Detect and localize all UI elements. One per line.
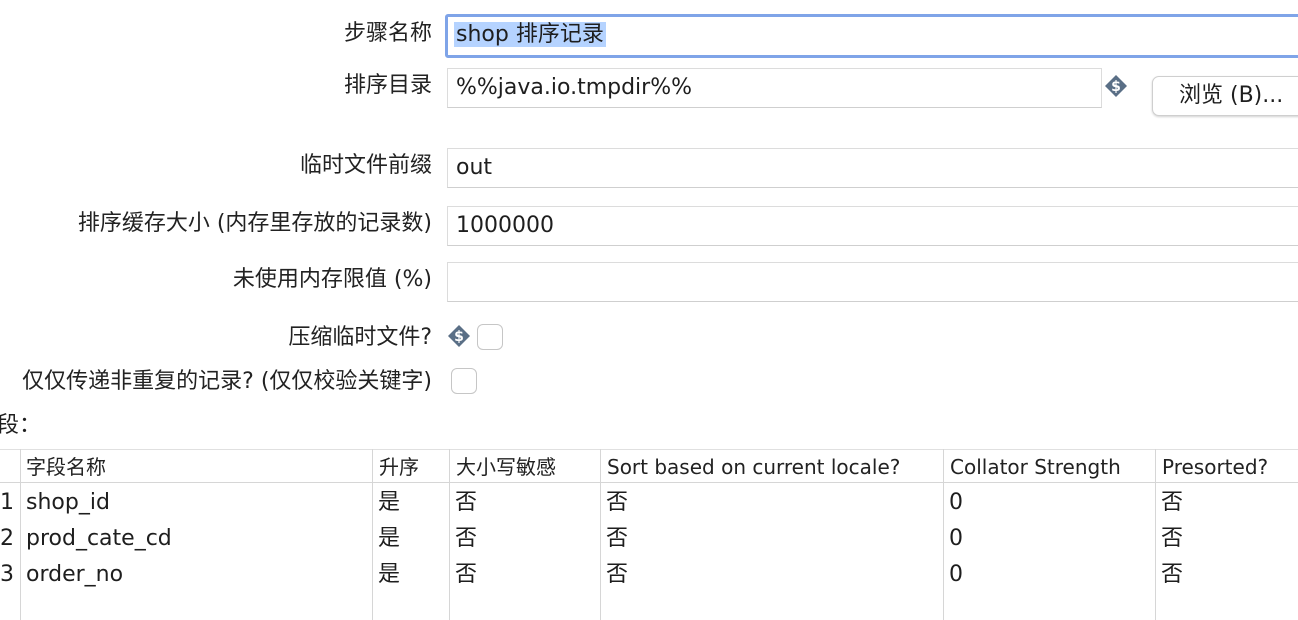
col-header-presorted[interactable]: Presorted? bbox=[1156, 450, 1268, 484]
cell-case-sensitive[interactable]: 否 bbox=[449, 557, 477, 593]
row-number: 1 bbox=[0, 490, 14, 515]
cell-presorted[interactable]: 否 bbox=[1155, 485, 1183, 521]
temp-prefix-label: 临时文件前缀 bbox=[299, 153, 432, 178]
table-row[interactable]: 2 prod_cate_cd 是 否 否 0 否 bbox=[0, 521, 1298, 557]
col-header-field-name[interactable]: 字段名称 bbox=[20, 450, 106, 484]
svg-text:$: $ bbox=[1111, 79, 1121, 95]
compress-label: 压缩临时文件? bbox=[288, 325, 432, 350]
free-memory-label: 未使用内存限值 (%) bbox=[232, 267, 432, 292]
cell-field-name[interactable]: shop_id bbox=[20, 485, 110, 521]
step-name-input[interactable]: shop 排序记录 bbox=[445, 14, 1298, 58]
table-row[interactable]: 1 shop_id 是 否 否 0 否 bbox=[0, 485, 1298, 521]
sort-buffer-label: 排序缓存大小 (内存里存放的记录数) bbox=[77, 211, 432, 236]
cell-case-sensitive[interactable]: 否 bbox=[449, 485, 477, 521]
col-header-collator-strength[interactable]: Collator Strength bbox=[944, 450, 1121, 484]
table-header: 字段名称 升序 大小写敏感 Sort based on current loca… bbox=[0, 449, 1298, 483]
browse-button[interactable]: 浏览 (B)... bbox=[1152, 76, 1298, 116]
unique-rows-checkbox[interactable] bbox=[451, 368, 477, 394]
svg-text:$: $ bbox=[454, 329, 464, 345]
sort-directory-input[interactable]: %%java.io.tmpdir%% bbox=[447, 68, 1102, 108]
fields-section-label: 段： bbox=[0, 413, 42, 438]
cell-presorted[interactable]: 否 bbox=[1155, 521, 1183, 557]
step-name-value: shop 排序记录 bbox=[454, 22, 606, 47]
compress-checkbox[interactable] bbox=[477, 324, 503, 350]
cell-collator-strength[interactable]: 0 bbox=[943, 485, 963, 521]
cell-ascending[interactable]: 是 bbox=[372, 521, 400, 557]
unique-rows-label: 仅仅传递非重复的记录? (仅仅校验关键字) bbox=[22, 369, 432, 394]
temp-prefix-input[interactable]: out bbox=[447, 148, 1298, 188]
fields-table[interactable]: 字段名称 升序 大小写敏感 Sort based on current loca… bbox=[0, 449, 1298, 620]
dollar-diamond-icon[interactable]: $ bbox=[1104, 74, 1128, 98]
cell-ascending[interactable]: 是 bbox=[372, 485, 400, 521]
row-number: 3 bbox=[0, 562, 14, 587]
col-header-case-sensitive[interactable]: 大小写敏感 bbox=[450, 450, 556, 484]
cell-field-name[interactable]: prod_cate_cd bbox=[20, 521, 172, 557]
sort-buffer-input[interactable]: 1000000 bbox=[447, 206, 1298, 246]
row-number: 2 bbox=[0, 526, 14, 551]
cell-case-sensitive[interactable]: 否 bbox=[449, 521, 477, 557]
cell-locale[interactable]: 否 bbox=[600, 485, 628, 521]
dollar-diamond-icon[interactable]: $ bbox=[447, 324, 471, 348]
table-row[interactable]: 3 order_no 是 否 否 0 否 bbox=[0, 557, 1298, 593]
cell-locale[interactable]: 否 bbox=[600, 521, 628, 557]
cell-presorted[interactable]: 否 bbox=[1155, 557, 1183, 593]
sort-directory-label: 排序目录 bbox=[343, 73, 432, 98]
col-header-ascending[interactable]: 升序 bbox=[373, 450, 419, 484]
cell-ascending[interactable]: 是 bbox=[372, 557, 400, 593]
cell-locale[interactable]: 否 bbox=[600, 557, 628, 593]
col-header-locale[interactable]: Sort based on current locale? bbox=[601, 450, 900, 484]
cell-collator-strength[interactable]: 0 bbox=[943, 557, 963, 593]
free-memory-input[interactable] bbox=[447, 262, 1298, 302]
cell-field-name[interactable]: order_no bbox=[20, 557, 123, 593]
step-name-label: 步骤名称 bbox=[343, 21, 432, 46]
cell-collator-strength[interactable]: 0 bbox=[943, 521, 963, 557]
